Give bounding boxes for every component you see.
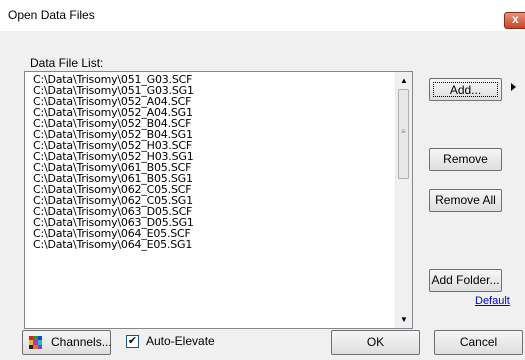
add-button[interactable]: Add... [429,78,502,101]
color-swatch [37,344,42,349]
file-list: C:\Data\Trisomy\051_G03.SCF C:\Data\Triso… [33,74,393,250]
add-button-label: Add... [433,82,498,97]
grip-icon: ≡ [401,127,406,136]
default-link[interactable]: Default [475,295,510,307]
checkmark-icon: ✔ [127,335,138,347]
list-item[interactable]: C:\Data\Trisomy\064_E05.SG1 [33,239,393,250]
triangle-right-icon[interactable] [511,83,516,91]
data-file-listbox[interactable]: C:\Data\Trisomy\051_G03.SCF C:\Data\Triso… [24,71,413,329]
auto-elevate-checkbox[interactable]: ✔ [126,335,139,348]
chevron-up-icon[interactable]: ▲ [396,72,412,89]
dialog-title: Open Data Files [8,8,95,22]
dialog-window: Open Data Files x Data File List: C:\Dat… [0,0,525,360]
data-file-list-label: Data File List: [30,56,104,70]
color-grid-icon [29,336,42,349]
channels-button-label: Channels... [51,335,112,349]
scroll-thumb[interactable]: ≡ [398,89,409,179]
auto-elevate-label: Auto-Elevate [146,334,215,348]
remove-button[interactable]: Remove [429,148,502,171]
title-bar[interactable]: Open Data Files x [0,0,525,31]
dialog-body: Data File List: C:\Data\Trisomy\051_G03.… [0,31,525,360]
add-folder-button[interactable]: Add Folder... [429,269,502,292]
vertical-scrollbar[interactable]: ▲ ≡ ▼ [395,72,412,328]
chevron-down-icon[interactable]: ▼ [396,311,412,328]
remove-all-button[interactable]: Remove All [429,189,502,212]
ok-button[interactable]: OK [331,330,420,355]
channels-button[interactable]: Channels... [22,330,112,355]
close-button[interactable]: x [504,12,525,29]
close-icon: x [512,12,519,26]
cancel-button[interactable]: Cancel [434,330,523,355]
